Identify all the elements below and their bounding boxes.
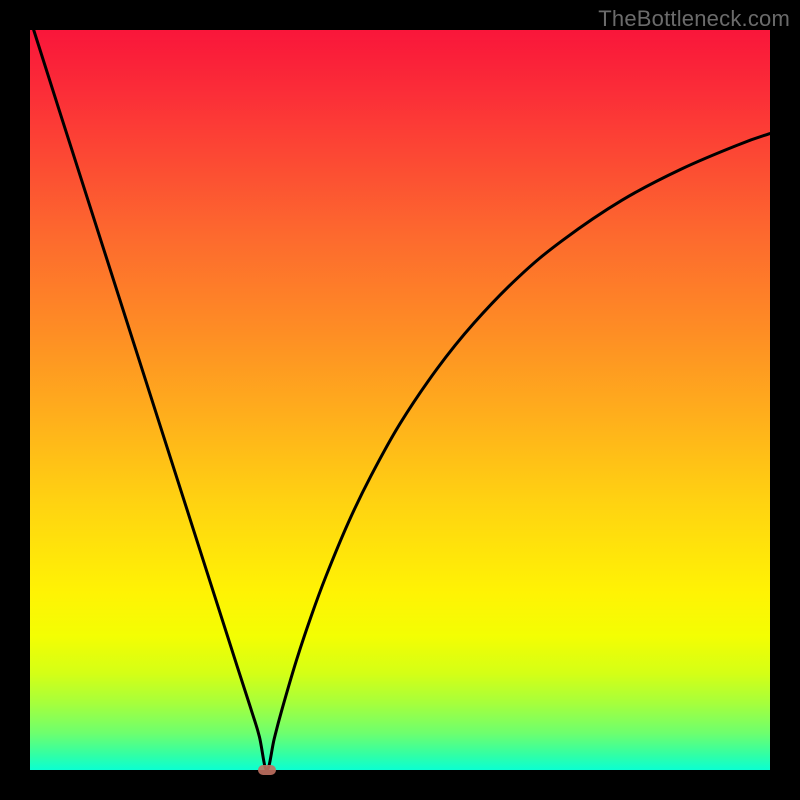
watermark-text: TheBottleneck.com <box>598 6 790 32</box>
bottleneck-curve <box>34 30 770 770</box>
minimum-marker <box>258 765 276 775</box>
plot-area <box>30 30 770 770</box>
curve-svg <box>30 30 770 770</box>
chart-frame: TheBottleneck.com <box>0 0 800 800</box>
